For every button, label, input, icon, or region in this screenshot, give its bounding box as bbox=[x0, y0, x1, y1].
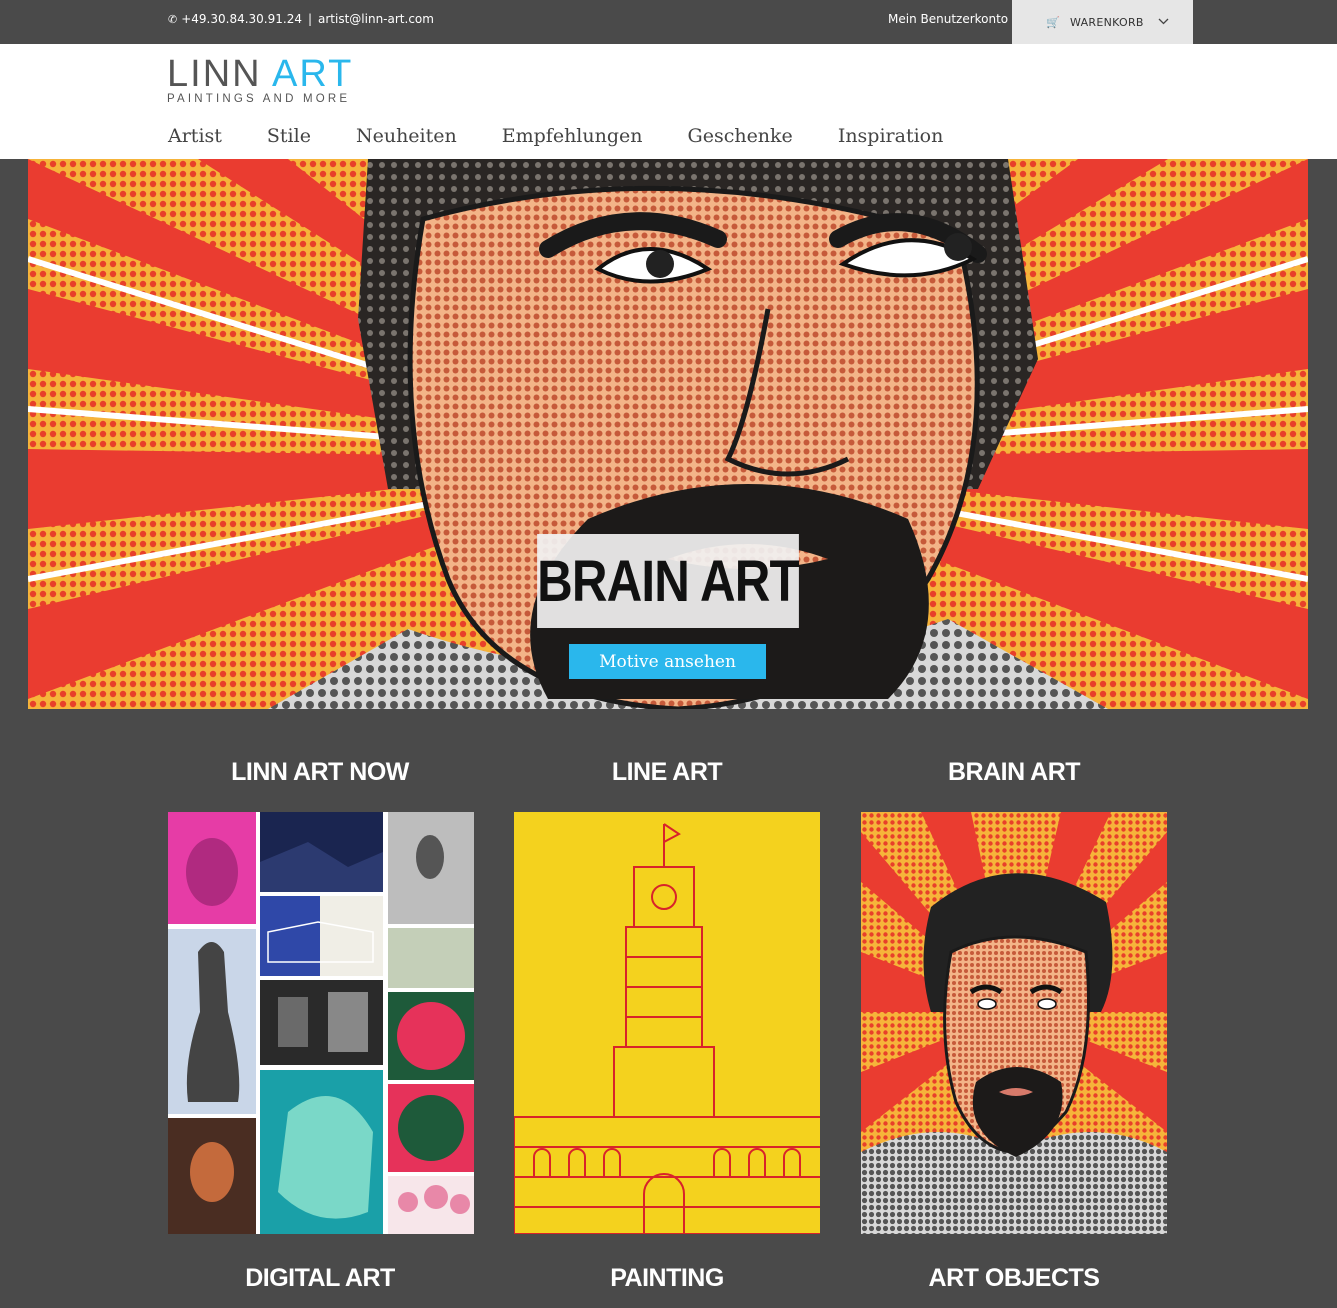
nav-item-stile[interactable]: Stile bbox=[267, 125, 311, 147]
category-title-line-art[interactable]: LINE ART bbox=[514, 758, 820, 787]
site-header: LINN ART PAINTINGS AND MORE Artist Stile… bbox=[0, 44, 1337, 159]
category-title-linn-art-now[interactable]: LINN ART NOW bbox=[167, 758, 473, 787]
logo-word-linn: LINN bbox=[167, 53, 262, 95]
chevron-down-icon bbox=[1158, 17, 1169, 28]
nav-item-artist[interactable]: Artist bbox=[168, 125, 222, 147]
category-tile-linn-art-now[interactable] bbox=[168, 812, 474, 1234]
hero-banner: BRAIN ART Motive ansehen bbox=[28, 159, 1308, 709]
nav-item-neuheiten[interactable]: Neuheiten bbox=[356, 125, 457, 147]
email-link[interactable]: artist@linn-art.com bbox=[318, 12, 434, 26]
category-tile-brain-art[interactable] bbox=[861, 812, 1167, 1234]
category-title-digital-art[interactable]: DIGITAL ART bbox=[167, 1264, 473, 1293]
logo[interactable]: LINN ART PAINTINGS AND MORE bbox=[167, 53, 354, 105]
hero-cta-button[interactable]: Motive ansehen bbox=[569, 644, 766, 679]
category-title-art-objects[interactable]: ART OBJECTS bbox=[861, 1264, 1167, 1293]
category-tile-line-art[interactable] bbox=[514, 812, 820, 1234]
logo-tagline: PAINTINGS AND MORE bbox=[167, 93, 351, 105]
collage-image bbox=[168, 812, 474, 1234]
brain-art-image bbox=[861, 812, 1167, 1234]
nav-item-inspiration[interactable]: Inspiration bbox=[838, 125, 944, 147]
cart-icon: 🛒 bbox=[1046, 15, 1060, 29]
nav-item-empfehlungen[interactable]: Empfehlungen bbox=[502, 125, 643, 147]
top-bar: ✆ +49.30.84.30.91.24 | artist@linn-art.com … bbox=[0, 0, 1337, 44]
account-link[interactable]: Mein Benutzerkonto bbox=[888, 12, 1008, 26]
phone-icon: ✆ bbox=[168, 13, 178, 26]
contact-info: ✆ +49.30.84.30.91.24 | artist@linn-art.com bbox=[168, 12, 434, 26]
cart-label: WARENKORB bbox=[1070, 15, 1144, 29]
logo-word-art: ART bbox=[272, 53, 354, 95]
category-title-brain-art[interactable]: BRAIN ART bbox=[861, 758, 1167, 787]
nav-item-geschenke[interactable]: Geschenke bbox=[688, 125, 793, 147]
main-nav: Artist Stile Neuheiten Empfehlungen Gesc… bbox=[168, 125, 988, 147]
category-title-painting[interactable]: PAINTING bbox=[514, 1264, 820, 1293]
hero-title: BRAIN ART bbox=[537, 534, 800, 628]
line-art-image bbox=[514, 812, 820, 1234]
contact-separator: | bbox=[307, 12, 313, 26]
phone-number[interactable]: +49.30.84.30.91.24 bbox=[181, 12, 302, 26]
cart-button[interactable]: 🛒 WARENKORB bbox=[1012, 0, 1193, 44]
